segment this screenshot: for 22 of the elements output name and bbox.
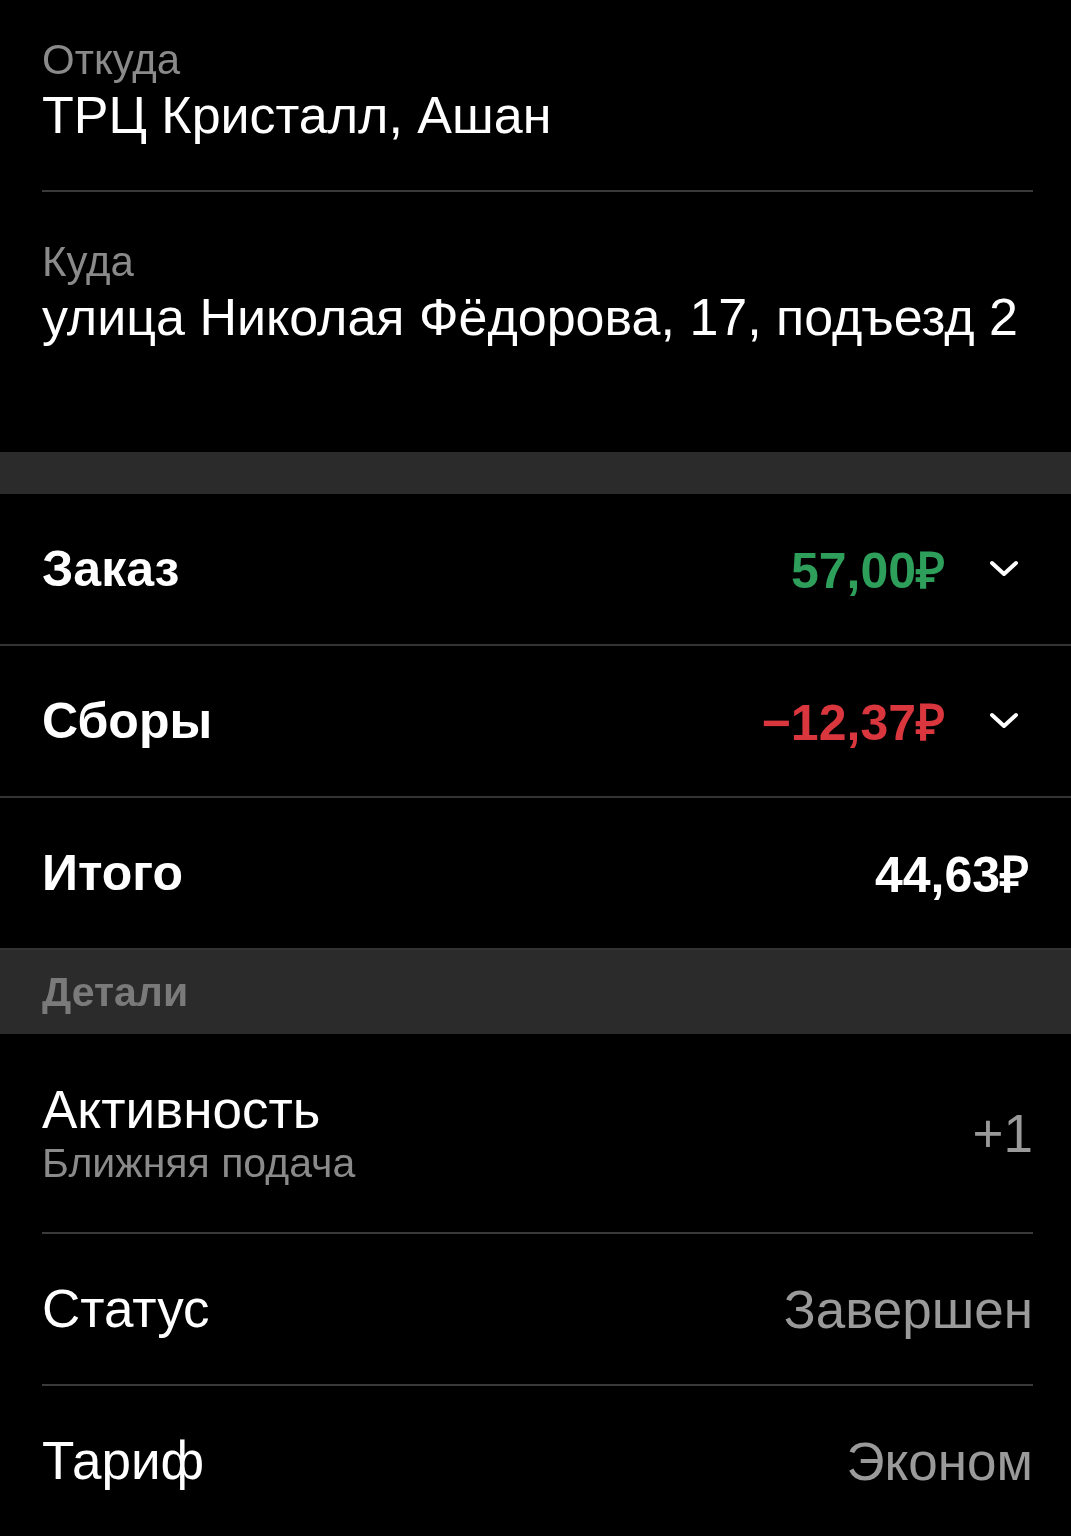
detail-label: Активность — [42, 1080, 322, 1140]
detail-value: Эконом — [846, 1430, 1033, 1492]
from-address: ТРЦ Кристалл, Ашан — [42, 85, 553, 146]
detail-subtitle: Ближняя подача — [42, 1140, 357, 1186]
amount: −12,37₽ — [761, 694, 945, 753]
summary-row[interactable]: Заказ 57,00₽ — [0, 494, 1071, 646]
amount: 57,00₽ — [790, 542, 945, 601]
summary-row[interactable]: Сборы −12,37₽ — [0, 646, 1071, 798]
from-label: Откуда — [42, 36, 182, 84]
amount: 44,63₽ — [874, 846, 1029, 905]
detail-label: Тариф — [42, 1431, 206, 1491]
detail-value: +1 — [972, 1102, 1033, 1164]
to-address: улица Николая Фёдорова, 17, подъезд 2 — [42, 287, 1019, 348]
to-label: Куда — [42, 238, 135, 286]
detail-value: Завершен — [783, 1278, 1033, 1340]
chevron-down-icon[interactable] — [989, 559, 1019, 579]
section-title: Детали — [42, 968, 189, 1016]
summary-label: Заказ — [42, 540, 181, 598]
chevron-down-icon[interactable] — [989, 711, 1019, 731]
summary-label: Итого — [42, 844, 184, 902]
detail-label: Статус — [42, 1279, 211, 1339]
summary-label: Сборы — [42, 692, 214, 750]
